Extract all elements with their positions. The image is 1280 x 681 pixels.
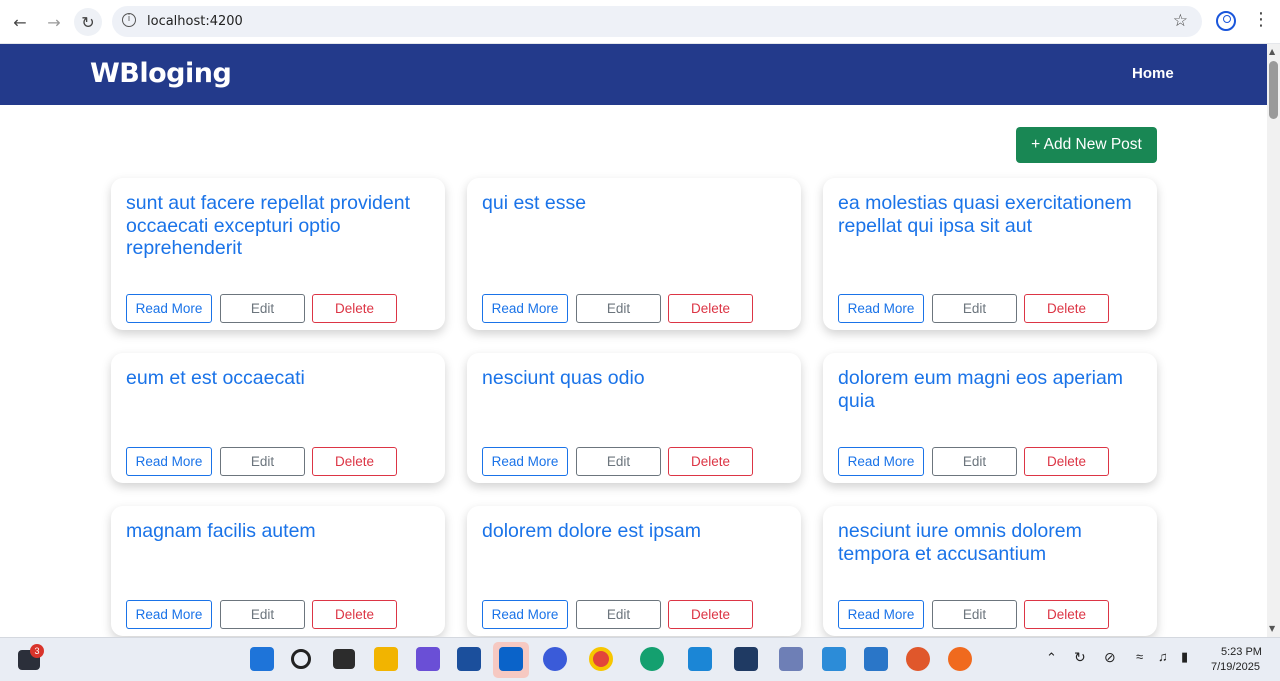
post-card: ea molestias quasi exercitationem repell… [823,178,1157,330]
read-more-button[interactable]: Read More [482,294,568,323]
info-icon[interactable]: i [122,13,136,27]
star-icon[interactable]: ☆ [1173,11,1188,31]
post-title: magnam facilis autem [126,520,316,542]
delete-button[interactable]: Delete [668,600,753,629]
outlook-icon[interactable] [499,647,523,671]
firefox-icon[interactable] [906,647,930,671]
forward-arrow-icon[interactable]: → [40,8,68,36]
read-more-button[interactable]: Read More [838,447,924,476]
add-new-post-button[interactable]: + Add New Post [1016,127,1157,163]
vscode-icon[interactable] [688,647,712,671]
zoom-icon[interactable] [543,647,567,671]
url-text[interactable]: localhost:4200 [147,14,243,29]
back-arrow-icon[interactable]: ← [6,8,34,36]
delete-button[interactable]: Delete [668,294,753,323]
app-navbar: WBloging Home [0,44,1267,105]
read-more-button[interactable]: Read More [482,600,568,629]
read-more-button[interactable]: Read More [126,600,212,629]
scroll-down-arrow-icon[interactable]: ▼ [1269,624,1275,633]
notification-badge: 3 [30,644,44,658]
address-bar[interactable]: i localhost:4200 ☆ [112,6,1202,37]
delete-button[interactable]: Delete [668,447,753,476]
os-taskbar: ⌃ ↻ ⊘ ≈ ♫ ▮ 5:23 PM 7/19/2025 [0,637,1280,681]
notepad-icon[interactable] [864,647,888,671]
wifi-icon[interactable]: ≈ [1136,649,1143,664]
delete-button[interactable]: Delete [312,447,397,476]
search-icon[interactable] [291,649,311,669]
edit-button[interactable]: Edit [932,294,1017,323]
nav-home-link[interactable]: Home [1132,65,1174,82]
task-view-icon[interactable] [333,649,355,669]
post-card: dolorem eum magni eos aperiam quia Read … [823,353,1157,483]
volume-icon[interactable]: ♫ [1158,649,1168,664]
edit-button[interactable]: Edit [220,294,305,323]
edit-button[interactable]: Edit [932,600,1017,629]
delete-button[interactable]: Delete [312,294,397,323]
post-title: dolorem dolore est ipsam [482,520,701,542]
scroll-up-arrow-icon[interactable]: ▲ [1269,47,1275,56]
delete-button[interactable]: Delete [312,600,397,629]
read-more-button[interactable]: Read More [126,294,212,323]
post-card: qui est esse Read More Edit Delete [467,178,801,330]
post-title: sunt aut facere repellat provident occae… [126,192,411,260]
edge-icon[interactable] [640,647,664,671]
profile-icon[interactable] [1216,11,1236,31]
delete-button[interactable]: Delete [1024,294,1109,323]
store-icon[interactable] [457,647,481,671]
post-card: sunt aut facere repellat provident occae… [111,178,445,330]
post-title: nesciunt iure omnis dolorem tempora et a… [838,520,1082,565]
file-explorer-icon[interactable] [374,647,398,671]
scroll-thumb[interactable] [1269,61,1278,119]
browser-toolbar: ← → ↻ i localhost:4200 ☆ ⋮ [0,0,1280,44]
media-app-icon[interactable] [822,647,846,671]
edit-button[interactable]: Edit [220,600,305,629]
post-title: eum et est occaecati [126,367,305,389]
mysql-workbench-icon[interactable] [734,647,758,671]
post-title: dolorem eum magni eos aperiam quia [838,367,1124,412]
read-more-button[interactable]: Read More [126,447,212,476]
edit-button[interactable]: Edit [576,600,661,629]
edit-button[interactable]: Edit [220,447,305,476]
edit-button[interactable]: Edit [576,447,661,476]
post-title: ea molestias quasi exercitationem repell… [838,192,1132,237]
post-card: dolorem dolore est ipsam Read More Edit … [467,506,801,636]
edit-button[interactable]: Edit [576,294,661,323]
page-scrollbar[interactable]: ▲ ▼ [1267,44,1280,637]
post-title: nesciunt quas odio [482,367,645,389]
post-card: nesciunt quas odio Read More Edit Delete [467,353,801,483]
read-more-button[interactable]: Read More [838,600,924,629]
network-app-icon[interactable] [779,647,803,671]
post-title: qui est esse [482,192,587,214]
menu-icon[interactable]: ⋮ [1252,9,1270,30]
m365-icon[interactable] [416,647,440,671]
clock-date[interactable]: 7/19/2025 [1211,661,1260,673]
postman-icon[interactable] [948,647,972,671]
tray-chevron-icon[interactable]: ⌃ [1046,650,1057,666]
brand-logo[interactable]: WBloging [90,58,232,89]
post-card: eum et est occaecati Read More Edit Dele… [111,353,445,483]
clock-time[interactable]: 5:23 PM [1221,646,1262,658]
reload-icon[interactable]: ↻ [74,8,102,36]
post-card: nesciunt iure omnis dolorem tempora et a… [823,506,1157,636]
post-card: magnam facilis autem Read More Edit Dele… [111,506,445,636]
sync-icon[interactable]: ↻ [1074,649,1086,666]
edit-button[interactable]: Edit [932,447,1017,476]
read-more-button[interactable]: Read More [482,447,568,476]
read-more-button[interactable]: Read More [838,294,924,323]
delete-button[interactable]: Delete [1024,600,1109,629]
eye-off-icon[interactable]: ⊘ [1104,649,1116,666]
battery-icon[interactable]: ▮ [1181,649,1188,665]
chrome-icon[interactable] [589,647,613,671]
delete-button[interactable]: Delete [1024,447,1109,476]
windows-start-icon[interactable] [250,647,274,671]
